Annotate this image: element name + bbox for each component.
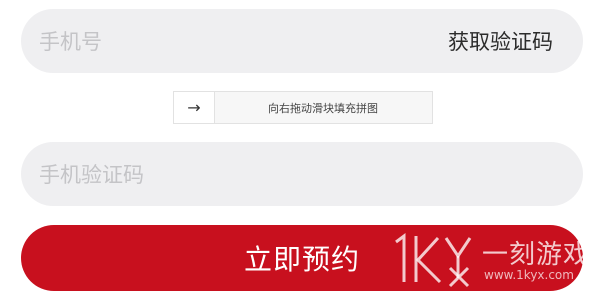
phone-placeholder: 手机号	[39, 30, 102, 54]
reserve-button[interactable]: 立即预约	[21, 225, 583, 291]
arrow-right-icon: →	[187, 98, 201, 117]
slider-captcha[interactable]: → 向右拖动滑块填充拼图	[173, 91, 433, 124]
phone-field[interactable]: 手机号 获取验证码	[21, 9, 583, 73]
slider-handle[interactable]: →	[174, 92, 215, 123]
slider-hint: 向右拖动滑块填充拼图	[268, 101, 378, 115]
get-code-button[interactable]: 获取验证码	[448, 9, 553, 73]
sms-code-field[interactable]: 手机验证码	[21, 142, 583, 206]
sms-code-placeholder: 手机验证码	[39, 163, 144, 187]
